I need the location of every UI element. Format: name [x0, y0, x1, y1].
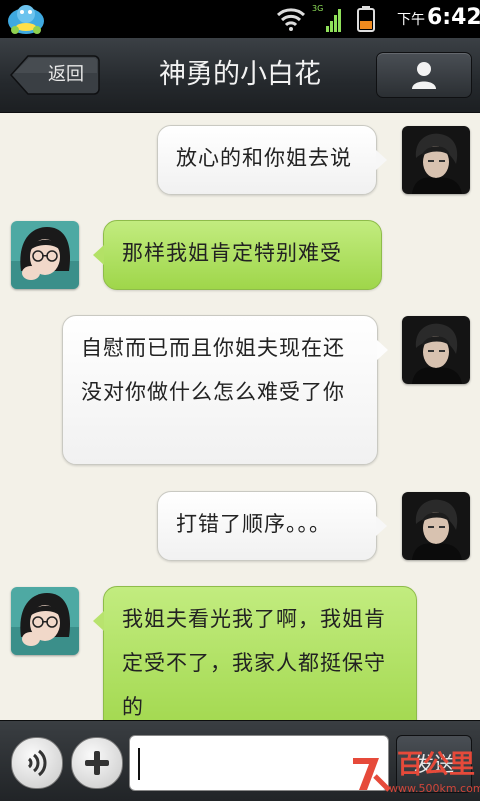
message-bubble-incoming[interactable]: 我姐夫看光我了啊，我姐肯定受不了，我家人都挺保守的: [93, 586, 417, 720]
title-bar: 返回 神勇的小白花: [0, 38, 480, 113]
clock: 6:42: [427, 5, 480, 30]
network-type-label: 3G: [312, 4, 324, 13]
chat-area[interactable]: 放心的和你姐去说 那样我姐肯定特别难受 自慰而已而且你姐夫现在还没对你做什么怎么…: [0, 113, 480, 720]
profile-button[interactable]: [376, 52, 472, 98]
message-text: 我姐夫看光我了啊，我姐肯定受不了，我家人都挺保守的: [122, 607, 386, 719]
add-attachment-button[interactable]: [71, 737, 123, 789]
friend-avatar[interactable]: [402, 126, 470, 194]
friend-avatar[interactable]: [402, 492, 470, 560]
status-bar: 3G 下午 6:42: [0, 0, 480, 38]
watermark: 百公里 www.500km.com: [345, 748, 480, 800]
message-text: 打错了顺序。。。: [176, 512, 331, 536]
battery-icon: [357, 6, 375, 32]
message-bubble-outgoing[interactable]: 打错了顺序。。。: [157, 491, 387, 561]
watermark-text: 百公里: [397, 750, 476, 780]
bubble-tail: [376, 516, 387, 536]
ampm-label: 下午: [397, 12, 425, 28]
back-button[interactable]: 返回: [10, 55, 100, 95]
message-text: 那样我姐肯定特别难受: [122, 241, 342, 265]
wifi-icon: [276, 8, 306, 31]
message-text: 自慰而已而且你姐夫现在还没对你做什么怎么难受了你: [81, 336, 345, 404]
bubble-tail: [93, 611, 104, 631]
friend-avatar[interactable]: [402, 316, 470, 384]
message-text: 放心的和你姐去说: [176, 146, 352, 170]
bubble-tail: [377, 340, 388, 360]
bubble-tail: [376, 150, 387, 170]
user-avatar[interactable]: [11, 587, 79, 655]
watermark-url: www.500km.com: [389, 782, 480, 795]
back-label: 返回: [48, 64, 84, 85]
voice-button[interactable]: [11, 737, 63, 789]
message-bubble-outgoing[interactable]: 自慰而已而且你姐夫现在还没对你做什么怎么难受了你: [62, 315, 388, 465]
app-notification-icon: [8, 5, 44, 34]
message-bubble-incoming[interactable]: 那样我姐肯定特别难受: [93, 220, 382, 290]
bubble-tail: [93, 245, 104, 265]
user-avatar[interactable]: [11, 221, 79, 289]
signal-icon: 3G: [312, 4, 342, 34]
plus-icon: [85, 751, 109, 775]
message-bubble-outgoing[interactable]: 放心的和你姐去说: [157, 125, 387, 195]
person-icon: [412, 62, 436, 89]
voice-icon: [27, 749, 47, 777]
page-title: 神勇的小白花: [159, 59, 321, 90]
watermark-logo: [353, 758, 391, 792]
text-cursor: [138, 748, 140, 780]
